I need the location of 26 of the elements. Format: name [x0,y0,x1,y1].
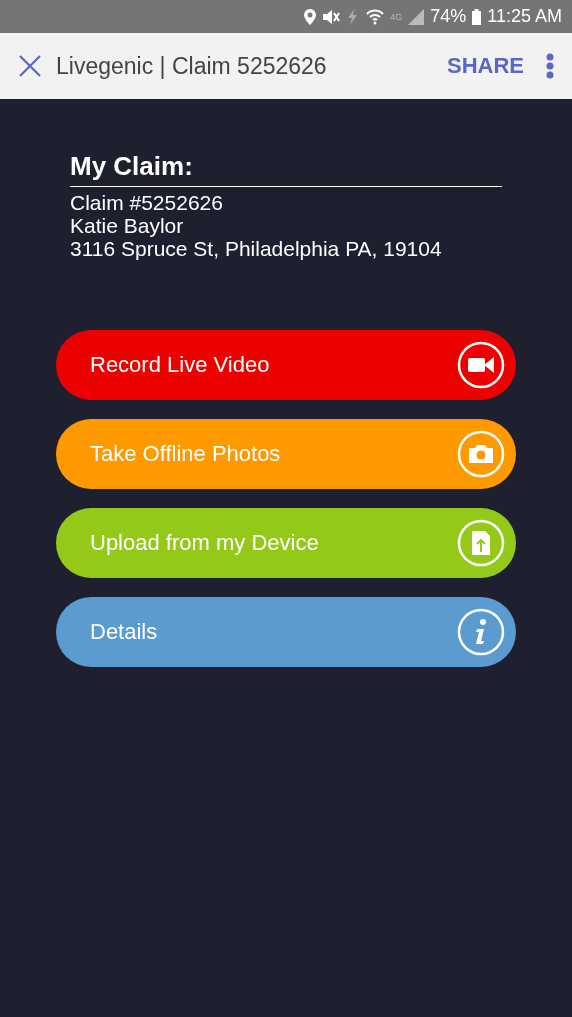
action-button[interactable]: Details [56,597,516,667]
battery-icon [472,8,482,25]
action-button[interactable]: Record Live Video [56,330,516,400]
wifi-icon [366,8,385,25]
close-button[interactable] [18,54,42,78]
more-button[interactable] [546,53,554,79]
clock-time: 11:25 AM [487,6,562,27]
video-camera-icon [457,341,505,389]
claim-detail: Katie Baylor [70,214,185,237]
window-title: Livegenic | Claim 5252626 [56,52,328,80]
battery-percent: 74% [430,6,467,27]
signal-icon [408,8,425,25]
share-button[interactable]: SHARE [447,53,524,79]
claim-detail: Claim #5252626 [70,191,224,214]
mute-icon [322,8,341,25]
more-icon [546,53,554,79]
claim-heading: My Claim: [70,151,502,187]
info-icon [457,608,505,656]
camera-icon [457,430,505,478]
file-upload-icon [457,519,505,567]
network-label: 4G [390,11,403,22]
close-icon [18,54,42,78]
claim-detail: 3116 Spruce St, Philadelphia PA, 19104 [70,237,443,260]
action-button[interactable]: Take Offline Photos [56,419,516,489]
location-icon [304,8,317,25]
action-button[interactable]: Upload from my Device [56,508,516,578]
